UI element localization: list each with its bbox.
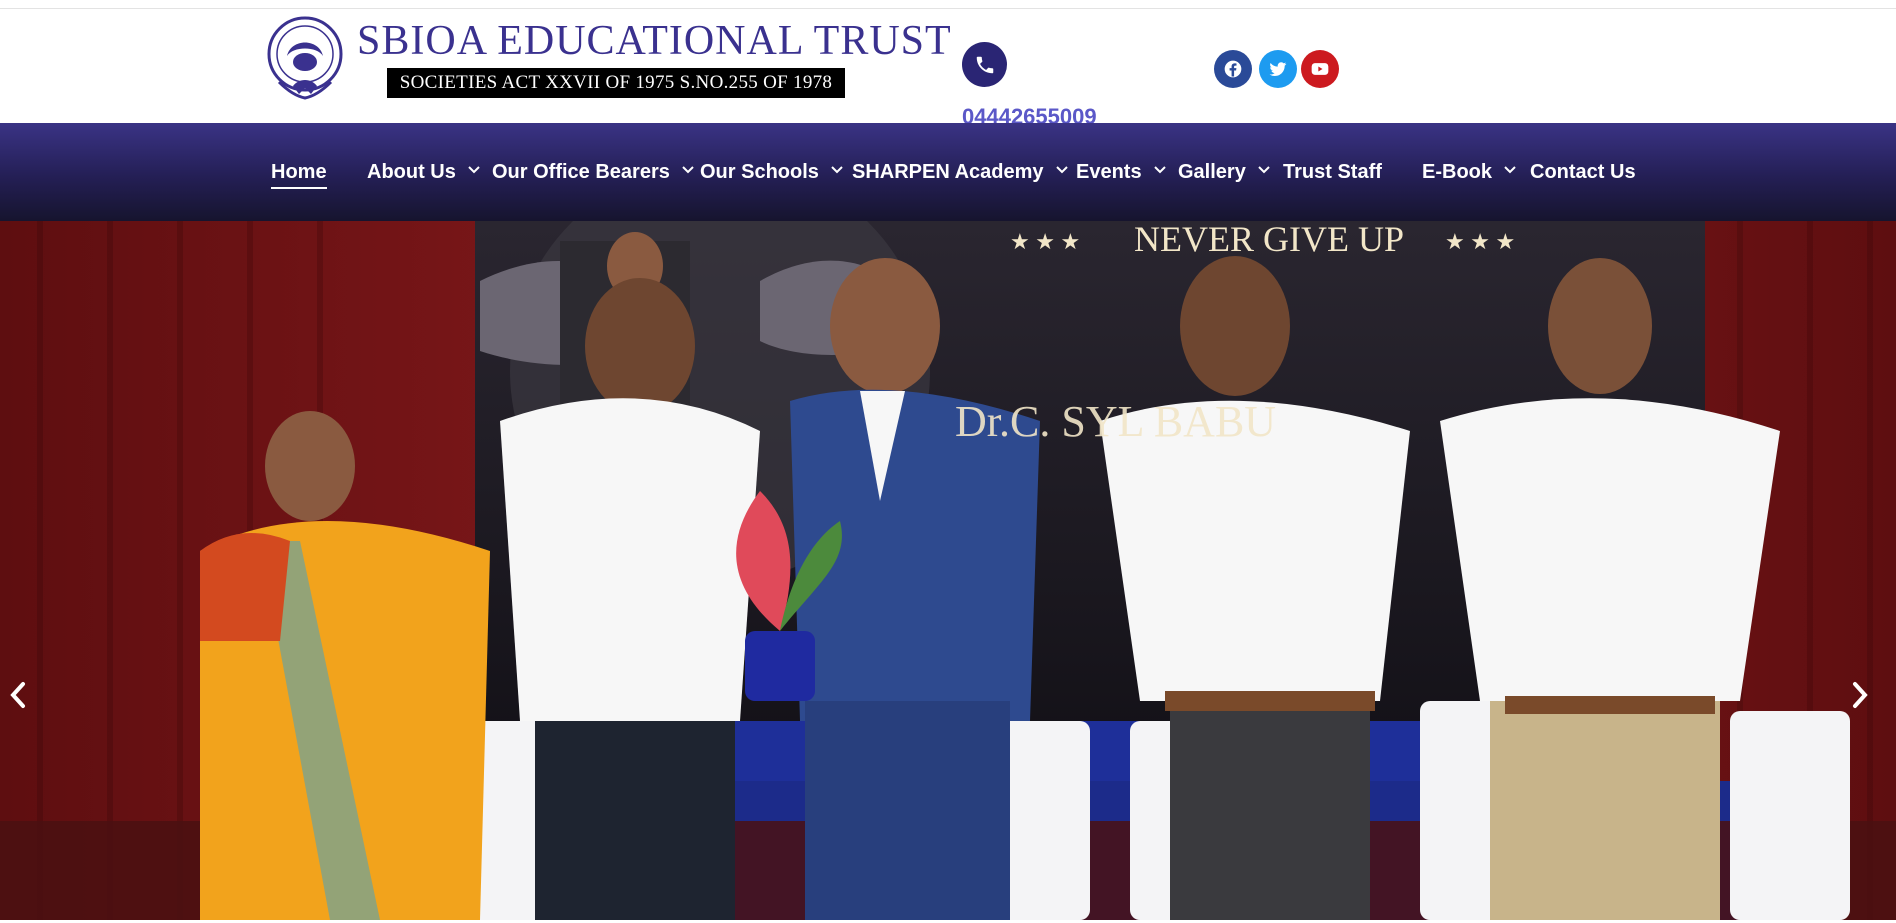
chevron-down-icon [831, 166, 843, 174]
nav-label: E-Book [1422, 160, 1492, 183]
nav-item-e-book[interactable]: E-Book [1422, 123, 1516, 221]
twitter-icon[interactable] [1259, 50, 1297, 88]
nav-item-trust-staff[interactable]: Trust Staff [1283, 123, 1382, 221]
nav-label: Events [1076, 160, 1142, 183]
nav-item-office-bearers[interactable]: Our Office Bearers [492, 123, 694, 221]
svg-text:★ ★ ★: ★ ★ ★ [1010, 229, 1080, 254]
active-underline [271, 187, 327, 189]
nav-label: Contact Us [1530, 160, 1636, 183]
chevron-down-icon [1258, 166, 1270, 174]
nav-item-sharpen-academy[interactable]: SHARPEN Academy [852, 123, 1068, 221]
nav-item-contact-us[interactable]: Contact Us [1530, 123, 1636, 221]
hero-slider[interactable]: ★ ★ ★ NEVER GIVE UP ★ ★ ★ Dr.C. SYL BABU [0, 221, 1896, 920]
slider-prev-button[interactable] [8, 681, 48, 725]
youtube-icon[interactable] [1301, 50, 1339, 88]
chevron-right-icon [1853, 682, 1868, 708]
site-title[interactable]: SBIOA EDUCATIONAL TRUST [357, 17, 951, 65]
site-header: SBIOA EDUCATIONAL TRUST SOCIETIES ACT XX… [0, 9, 1896, 129]
hero-slide-image: ★ ★ ★ NEVER GIVE UP ★ ★ ★ Dr.C. SYL BABU [0, 221, 1896, 920]
slider-next-button[interactable] [1850, 681, 1890, 725]
nav-label: About Us [367, 160, 456, 183]
nav-label: Trust Staff [1283, 160, 1382, 183]
nav-item-home[interactable]: Home [271, 123, 327, 221]
nav-label: Our Schools [700, 160, 819, 183]
banner-text-top: NEVER GIVE UP [1134, 221, 1404, 259]
trust-emblem-icon[interactable] [265, 16, 345, 104]
chevron-down-icon [1504, 166, 1516, 174]
nav-label: Gallery [1178, 160, 1246, 183]
svg-text:★ ★ ★: ★ ★ ★ [1445, 229, 1515, 254]
nav-label: Home [271, 160, 327, 183]
chevron-down-icon [1153, 166, 1166, 174]
chevron-down-icon [468, 166, 480, 174]
phone-icon[interactable] [962, 42, 1007, 87]
chevron-down-icon [1055, 166, 1068, 174]
facebook-icon[interactable] [1214, 50, 1252, 88]
chevron-left-icon [10, 682, 25, 708]
nav-item-gallery[interactable]: Gallery [1178, 123, 1270, 221]
site-subtitle: SOCIETIES ACT XXVII OF 1975 S.NO.255 OF … [387, 68, 845, 98]
nav-label: Our Office Bearers [492, 160, 670, 183]
nav-item-about-us[interactable]: About Us [367, 123, 480, 221]
nav-item-our-schools[interactable]: Our Schools [700, 123, 843, 221]
nav-label: SHARPEN Academy [852, 160, 1044, 183]
main-navigation: Home About Us Our Office Bearers Our Sch… [0, 123, 1896, 221]
nav-item-events[interactable]: Events [1076, 123, 1166, 221]
chevron-down-icon [682, 166, 694, 174]
banner-text-name: Dr.C. SYL BABU [955, 397, 1276, 446]
